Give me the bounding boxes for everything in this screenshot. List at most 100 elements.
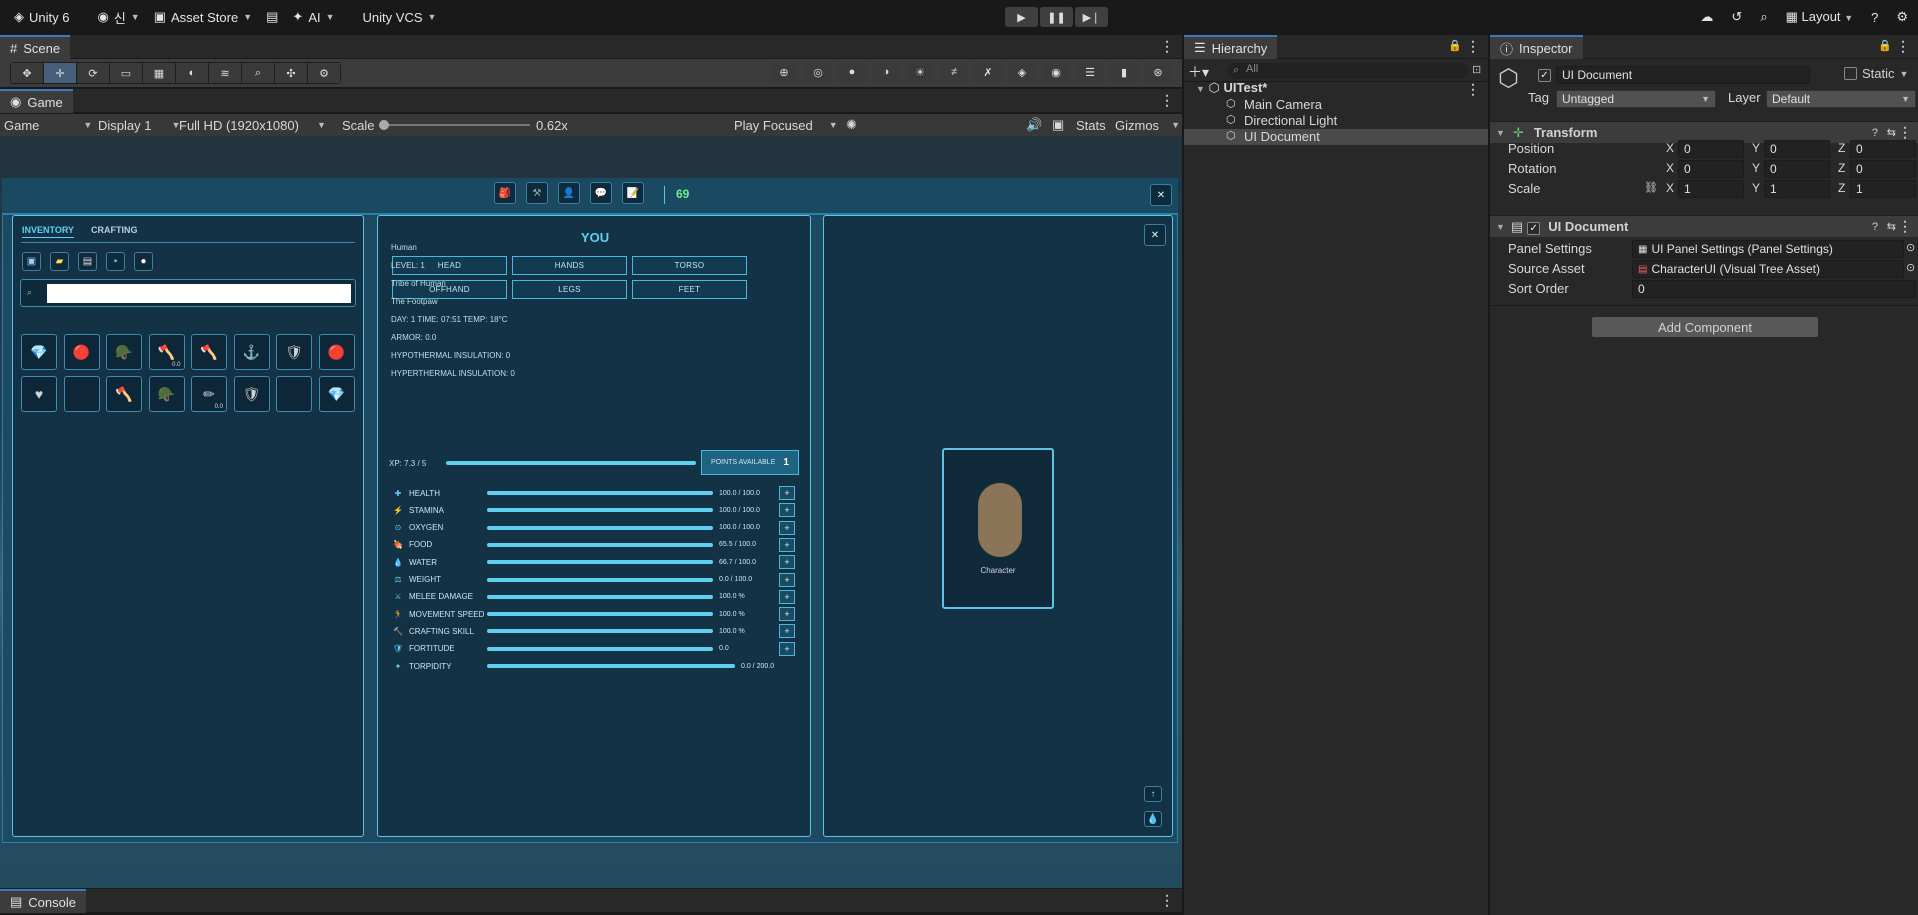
zoom-tool-icon[interactable]: ⌕ [242,63,274,83]
transform-scale-x-field[interactable]: 1 [1678,180,1744,198]
hierarchy-item[interactable]: ⬡ Main Camera [1184,97,1488,113]
gizmo-icon[interactable]: ⊛ [1144,62,1172,82]
stat-plus-button[interactable]: + [779,537,795,552]
transform-position-y-field[interactable]: 0 [1764,140,1830,158]
lock-icon[interactable]: 🔒 [1448,39,1462,52]
panel-settings-field[interactable]: ▦ UI Panel Settings (Panel Settings) [1632,240,1904,258]
stat-plus-button[interactable]: + [779,520,795,535]
unity-menu[interactable]: ◈ Unity 6 [14,9,69,25]
equip-slot-button[interactable]: FEET [632,280,747,299]
splitter[interactable] [1182,35,1184,915]
more-icon[interactable]: ⋮ [1898,124,1912,141]
settings-icon[interactable]: ⚙ [1896,9,1908,25]
hierarchy-item[interactable]: ⬡ UI Document [1184,129,1488,145]
filter-all-icon[interactable]: ▣ [22,252,41,271]
stat-plus-button[interactable]: + [779,641,795,656]
object-picker-icon[interactable]: ⊙ [1906,261,1915,274]
more-icon[interactable]: ⋮ [1160,892,1174,909]
inventory-slot[interactable]: ⚓ [233,334,270,370]
more-icon[interactable]: ⋮ [1466,81,1480,98]
tab-inventory[interactable]: INVENTORY [22,225,75,238]
object-name-field[interactable]: UI Document [1556,66,1810,84]
add-object-button[interactable]: ＋▾ [1188,62,1209,82]
inventory-slot[interactable]: ♥ [21,376,57,412]
game-mode-dropdown[interactable]: Game ▼ [4,114,92,136]
frame-icon[interactable]: ▣ [1052,114,1064,136]
transform-scale-y-field[interactable]: 1 [1764,180,1830,198]
scale-slider-handle[interactable] [379,120,389,130]
layers-tool-icon[interactable]: ≋ [209,63,241,83]
enabled-toggle[interactable]: ✓ [1527,219,1541,235]
filter-chat-icon[interactable]: ● [134,252,153,271]
preset-icon[interactable]: ⇆ [1887,220,1896,233]
tab-crafting[interactable]: CRAFTING [91,225,138,235]
hierarchy-item[interactable]: ⬡ Directional Light [1184,113,1488,129]
tab-inspector[interactable]: ⓘ Inspector [1490,35,1583,59]
inventory-slot[interactable]: 🔴 [318,334,355,370]
character-icon[interactable]: 👤 [558,182,580,204]
render-icon[interactable]: ▮ [1110,62,1138,82]
stat-plus-button[interactable]: + [779,589,795,604]
shaded-icon[interactable]: ● [838,62,866,82]
tab-scene[interactable]: # Scene [0,35,71,59]
gizmos-dropdown[interactable]: Gizmos ▼ [1115,114,1180,136]
layout-dropdown[interactable]: ▦ Layout ▼ [1786,9,1854,25]
inventory-slot[interactable]: 🛡 [233,376,270,412]
pause-button[interactable]: ❚❚ [1040,7,1073,27]
transform-position-z-field[interactable]: 0 [1850,140,1916,158]
source-asset-field[interactable]: ▤ CharacterUI (Visual Tree Asset) [1632,260,1904,278]
fx-icon[interactable]: ✗ [974,62,1002,82]
notes-icon[interactable]: 📝 [622,182,644,204]
camera-icon[interactable]: ◈ [1008,62,1036,82]
transform-position-x-field[interactable]: 0 [1678,140,1744,158]
crafting-icon[interactable]: ⚒ [526,182,548,204]
more-icon[interactable]: ⋮ [1898,218,1912,235]
inventory-slot[interactable]: 💎 [21,334,57,370]
display-dropdown[interactable]: Display 1 ▼ [98,114,180,136]
account-dropdown[interactable]: ◉ 신 ▼ [97,8,139,27]
grid-tool-icon[interactable]: ▦ [143,63,175,83]
cloud-icon[interactable]: ☁ [1700,9,1713,25]
history-icon[interactable]: ↺ [1731,9,1742,25]
points-available-button[interactable]: POINTS AVAILABLE 1 [701,450,799,475]
ai-dropdown[interactable]: ✦ AI ▼ [292,9,334,25]
uidocument-header[interactable]: ▼ ▤ ✓ UI Document ? ⇆ ⋮ [1490,215,1918,237]
close-icon[interactable]: ✕ [1150,184,1172,206]
splitter[interactable] [1488,35,1490,915]
filter-folder-icon[interactable]: ▰ [50,252,69,271]
stat-plus-button[interactable]: + [779,624,795,639]
more-icon[interactable]: ⋮ [1896,38,1910,55]
inventory-slot[interactable]: ✏ 0.0 [191,376,227,412]
inventory-slot[interactable] [63,376,100,412]
inventory-slot[interactable]: 🪓 [106,376,142,412]
custom-tool-icon[interactable]: ⚙ [308,63,340,83]
inventory-slot[interactable]: 💎 [318,376,355,412]
help-icon[interactable]: ? [1872,221,1878,233]
more-icon[interactable]: ⋮ [1160,38,1174,55]
play-mode-dropdown[interactable]: Play Focused ▼ [734,114,838,136]
audio-icon[interactable]: 🔊 [1026,114,1042,136]
transform-rotation-z-field[interactable]: 0 [1850,160,1916,178]
wireframe-icon[interactable]: ◎ [804,62,832,82]
transform-rotation-y-field[interactable]: 0 [1764,160,1830,178]
globe-icon[interactable]: ⊕ [770,62,798,82]
filter-misc-icon[interactable]: ▪ [106,252,125,271]
object-picker-icon[interactable]: ⊙ [1906,241,1915,254]
audio-mute-icon[interactable]: ≠ [940,62,968,82]
preset-icon[interactable]: ⇆ [1887,126,1896,139]
scroll-up-icon[interactable]: ↑ [1144,786,1162,802]
light-icon[interactable]: ☀ [906,62,934,82]
package-button[interactable]: ▤ [266,9,278,25]
inventory-slot[interactable]: 🔴 [63,334,100,370]
lock-icon[interactable]: 🔒 [1878,39,1892,52]
backpack-icon[interactable]: 🎒 [494,182,516,204]
search-icon[interactable]: ⌕ [1760,9,1767,25]
rect-tool-icon[interactable]: ▭ [110,63,142,83]
vcs-dropdown[interactable]: Unity VCS ▼ [363,10,437,25]
shading-tool-icon[interactable]: ◐ [176,63,208,83]
add-component-button[interactable]: Add Component [1591,316,1819,338]
chat-icon[interactable]: 💬 [590,182,612,204]
layers-icon[interactable]: ☰ [1076,62,1104,82]
inventory-slot[interactable]: 🪓 0.0 [148,334,185,370]
static-toggle[interactable]: Static ▼ [1844,66,1908,81]
